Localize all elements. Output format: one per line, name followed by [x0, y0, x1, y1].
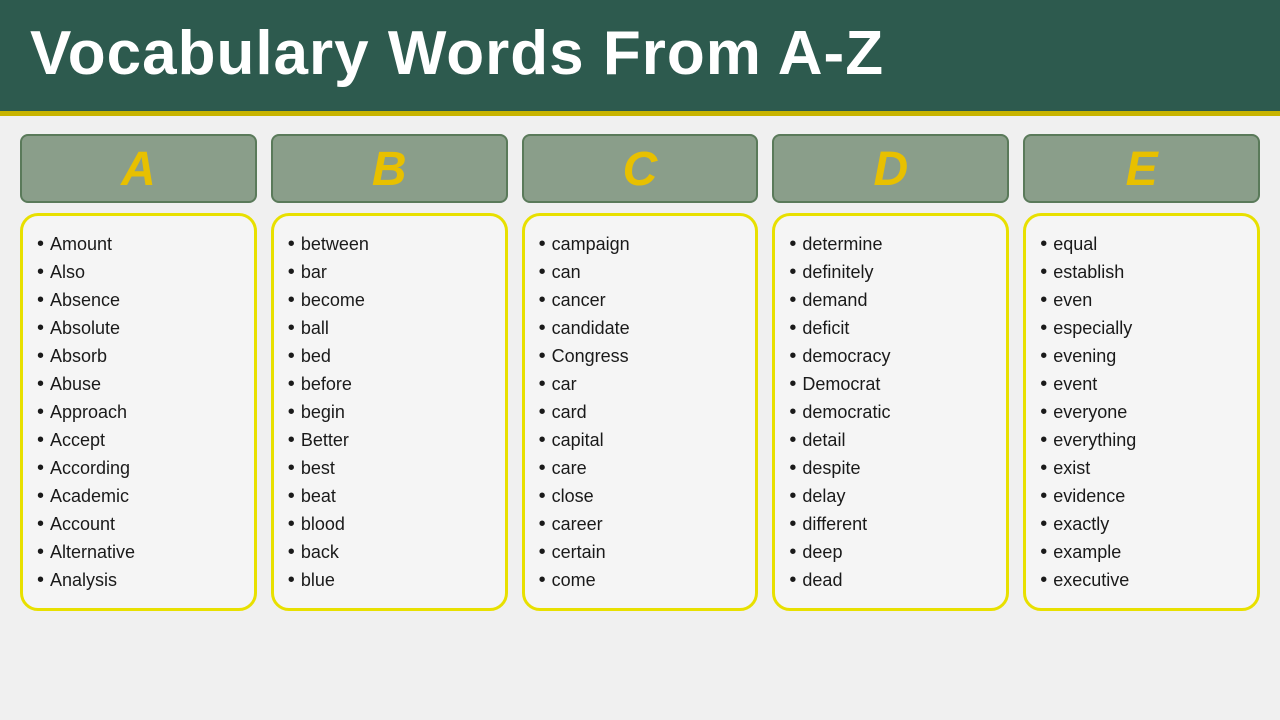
list-item: back [288, 538, 495, 566]
column-E: Eequalestablishevenespeciallyeveningeven… [1023, 134, 1260, 611]
list-item: candidate [539, 314, 746, 342]
list-item: evening [1040, 342, 1247, 370]
list-item: equal [1040, 230, 1247, 258]
list-item: exist [1040, 454, 1247, 482]
list-item: different [789, 510, 996, 538]
list-item: Alternative [37, 538, 244, 566]
word-box-C: campaigncancancercandidateCongresscarcar… [522, 213, 759, 611]
column-A: A AmountAlsoAbsenceAbsoluteAbsorbAbuseApp… [20, 134, 257, 611]
letter-label-A: A [121, 143, 156, 196]
list-item: Congress [539, 342, 746, 370]
list-item: bar [288, 258, 495, 286]
list-item: blood [288, 510, 495, 538]
list-item: Also [37, 258, 244, 286]
list-item: Better [288, 426, 495, 454]
list-item: even [1040, 286, 1247, 314]
list-item: Analysis [37, 566, 244, 594]
list-item: career [539, 510, 746, 538]
list-item: between [288, 230, 495, 258]
list-item: delay [789, 482, 996, 510]
column-B: BbetweenbarbecomeballbedbeforebeginBette… [271, 134, 508, 611]
list-item: Absolute [37, 314, 244, 342]
list-item: everything [1040, 426, 1247, 454]
word-box-E: equalestablishevenespeciallyeveningevent… [1023, 213, 1260, 611]
list-item: definitely [789, 258, 996, 286]
list-item: Approach [37, 398, 244, 426]
list-item: especially [1040, 314, 1247, 342]
list-item: democratic [789, 398, 996, 426]
list-item: Accept [37, 426, 244, 454]
word-box-A: AmountAlsoAbsenceAbsoluteAbsorbAbuseAppr… [20, 213, 257, 611]
list-item: executive [1040, 566, 1247, 594]
list-item: example [1040, 538, 1247, 566]
list-item: car [539, 370, 746, 398]
content-area: A AmountAlsoAbsenceAbsoluteAbsorbAbuseApp… [0, 116, 1280, 621]
list-item: everyone [1040, 398, 1247, 426]
list-item: before [288, 370, 495, 398]
list-item: event [1040, 370, 1247, 398]
list-item: evidence [1040, 482, 1247, 510]
list-item: democracy [789, 342, 996, 370]
list-item: detail [789, 426, 996, 454]
col-header-B: B [271, 134, 508, 203]
list-item: demand [789, 286, 996, 314]
list-item: close [539, 482, 746, 510]
list-item: capital [539, 426, 746, 454]
column-C: CcampaigncancancercandidateCongresscarca… [522, 134, 759, 611]
word-box-D: determinedefinitelydemanddeficitdemocrac… [772, 213, 1009, 611]
list-item: Abuse [37, 370, 244, 398]
list-item: According [37, 454, 244, 482]
list-item: exactly [1040, 510, 1247, 538]
page-title: Vocabulary Words From A-Z [30, 18, 1250, 89]
letter-label-E: E [1126, 143, 1158, 196]
list-item: establish [1040, 258, 1247, 286]
list-item: dead [789, 566, 996, 594]
list-item: beat [288, 482, 495, 510]
list-item: ball [288, 314, 495, 342]
column-D: Ddeterminedefinitelydemanddeficitdemocra… [772, 134, 1009, 611]
list-item: card [539, 398, 746, 426]
list-item: deficit [789, 314, 996, 342]
letter-label-B: B [372, 143, 407, 196]
letter-label-D: D [873, 143, 908, 196]
list-item: Academic [37, 482, 244, 510]
letter-label-C: C [623, 143, 658, 196]
list-item: certain [539, 538, 746, 566]
word-box-B: betweenbarbecomeballbedbeforebeginBetter… [271, 213, 508, 611]
list-item: can [539, 258, 746, 286]
list-item: Absorb [37, 342, 244, 370]
col-header-A: A [20, 134, 257, 203]
header: Vocabulary Words From A-Z [0, 0, 1280, 116]
col-header-C: C [522, 134, 759, 203]
list-item: despite [789, 454, 996, 482]
col-header-D: D [772, 134, 1009, 203]
list-item: cancer [539, 286, 746, 314]
list-item: determine [789, 230, 996, 258]
list-item: deep [789, 538, 996, 566]
list-item: Absence [37, 286, 244, 314]
list-item: become [288, 286, 495, 314]
list-item: care [539, 454, 746, 482]
list-item: begin [288, 398, 495, 426]
list-item: Amount [37, 230, 244, 258]
col-header-E: E [1023, 134, 1260, 203]
list-item: Democrat [789, 370, 996, 398]
list-item: blue [288, 566, 495, 594]
list-item: bed [288, 342, 495, 370]
list-item: come [539, 566, 746, 594]
list-item: Account [37, 510, 244, 538]
list-item: best [288, 454, 495, 482]
list-item: campaign [539, 230, 746, 258]
